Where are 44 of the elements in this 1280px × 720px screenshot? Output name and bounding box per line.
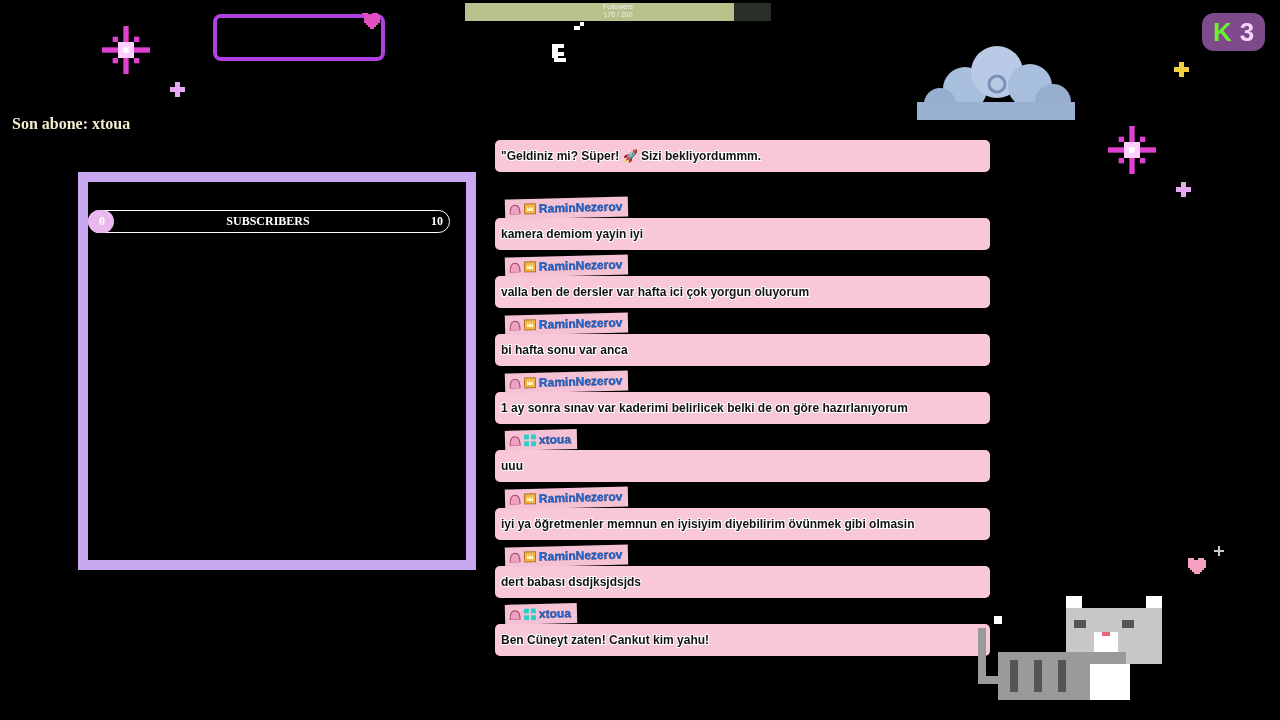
- blob-icon: [508, 609, 522, 620]
- crown-icon: [523, 550, 537, 564]
- chat-message: valla ben de dersler var hafta ici çok yorgun oluyorum: [495, 276, 990, 308]
- sparkle-icon: [102, 26, 150, 74]
- chat-message: Ben Cüneyt zaten! Cankut kim yahu!: [495, 624, 990, 656]
- k-letter: K: [1212, 16, 1232, 48]
- chat-message: 1 ay sonra sınav var kaderimi belirlicek belki de on göre hazırlanıyorum: [495, 392, 990, 424]
- chat-message: dert babası dsdjksjdsjds: [495, 566, 990, 598]
- chat-username: RaminNezerov: [538, 373, 623, 390]
- blob-icon: [508, 320, 522, 331]
- crown-icon: [523, 318, 537, 332]
- chat-message: bi hafta sonu var anca: [495, 334, 990, 366]
- chat-message: uuu: [495, 450, 990, 482]
- chat-username: xtoua: [538, 606, 572, 622]
- chat-username: RaminNezerov: [538, 547, 623, 564]
- goal-end-value: 10: [431, 214, 443, 229]
- subscribers-label: SUBSCRIBERS: [226, 214, 310, 229]
- chat-username: RaminNezerov: [538, 489, 623, 506]
- chat-username: RaminNezerov: [538, 199, 623, 216]
- chat-username: RaminNezerov: [538, 257, 623, 274]
- grid-icon: [523, 608, 537, 621]
- chat-message: iyi ya öğretmenler memnun en iyisiyim diyebilirim övünmek gibi olmasin: [495, 508, 990, 540]
- chat-message: "Geldiniz mi? Süper! 🚀 Sizi bekliyordummm.: [495, 140, 990, 172]
- sparkle-icon: [170, 82, 185, 97]
- grid-icon: [523, 434, 537, 447]
- sparkle-icon: [1108, 126, 1156, 174]
- crown-icon: [523, 260, 537, 274]
- blob-icon: [508, 494, 522, 505]
- goal-start-value: 0: [99, 214, 105, 229]
- blob-icon: [508, 204, 522, 215]
- chat-username: xtoua: [538, 432, 572, 448]
- blob-icon: [508, 262, 522, 273]
- crown-icon: [523, 202, 537, 216]
- blob-icon: [508, 435, 522, 446]
- sparkle-icon: [1174, 62, 1189, 77]
- sparkle-icon: [1176, 182, 1191, 197]
- blob-icon: [508, 552, 522, 563]
- blob-icon: [508, 378, 522, 389]
- viewer-count: 3: [1239, 16, 1255, 48]
- crown-icon: [523, 376, 537, 390]
- latest-subscriber-text: Son abone: xtoua: [12, 115, 131, 133]
- crown-icon: [523, 492, 537, 506]
- chat-message: kamera demiom yayin iyi: [495, 218, 990, 250]
- chat-username: RaminNezerov: [538, 315, 623, 332]
